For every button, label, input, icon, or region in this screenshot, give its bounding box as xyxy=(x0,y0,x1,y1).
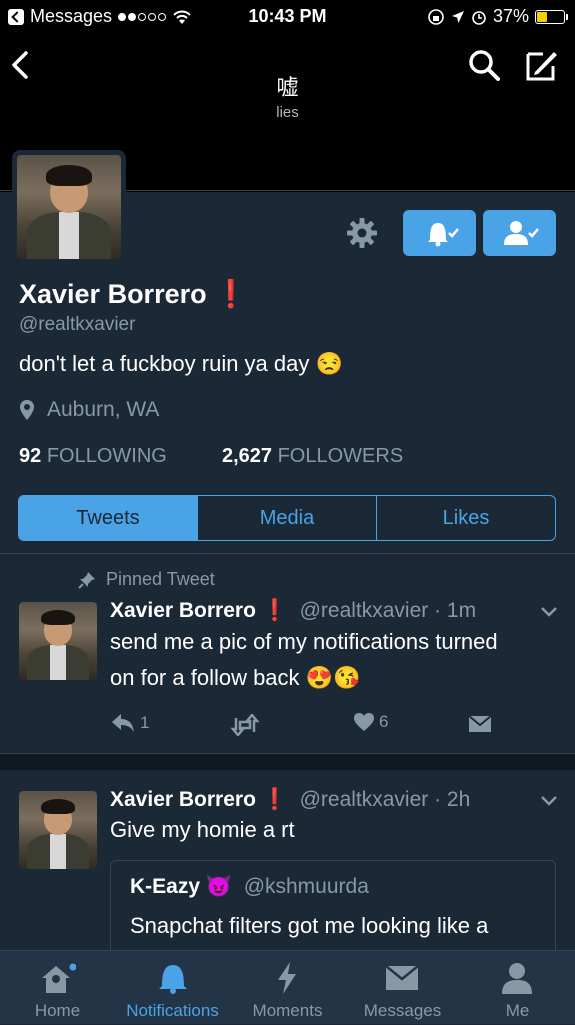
battery-percent: 37% xyxy=(492,6,529,26)
reply-button[interactable]: 1 xyxy=(110,712,149,734)
tweet-text-2: Give my homie a rt xyxy=(110,817,295,842)
tab-home-label: Home xyxy=(34,1001,81,1020)
tab-notifications[interactable]: Notifications xyxy=(115,951,230,1025)
bell-check-icon xyxy=(427,223,459,247)
profile-name-text: Xavier Borrero xyxy=(19,279,207,309)
quoted-tweet-header: K-Eazy 😈 @kshmuurda xyxy=(130,875,369,899)
tab-me[interactable]: Me xyxy=(460,951,575,1025)
tabs-divider xyxy=(0,553,575,554)
tweet-gap xyxy=(0,754,575,770)
tweet-author-badge: ❗ xyxy=(261,599,288,622)
orientation-lock-icon xyxy=(428,8,444,25)
tab-media[interactable]: Media xyxy=(198,496,377,540)
tab-home[interactable]: Home xyxy=(0,951,115,1025)
person-check-icon xyxy=(503,221,539,245)
heart-icon xyxy=(354,713,374,731)
reply-icon xyxy=(112,714,134,732)
quoted-author-name: K-Eazy 😈 xyxy=(130,875,233,898)
settings-gear-icon[interactable] xyxy=(345,216,379,250)
search-icon[interactable] xyxy=(467,48,501,82)
tab-moments[interactable]: Moments xyxy=(230,951,345,1025)
lightning-icon xyxy=(278,962,296,994)
reply-count: 1 xyxy=(140,713,150,732)
tab-likes[interactable]: Likes xyxy=(377,496,555,540)
profile-tabs: Tweets Media Likes xyxy=(18,495,556,541)
pinned-tweet-label: Pinned Tweet xyxy=(78,569,215,590)
tweet-author-name-2[interactable]: Xavier Borrero xyxy=(110,788,256,811)
location-text: Auburn, WA xyxy=(47,398,160,421)
tweet-avatar[interactable] xyxy=(19,602,97,680)
compose-tweet-icon[interactable] xyxy=(525,48,559,82)
profile-location: Auburn, WA xyxy=(19,398,159,422)
tweet-options-chevron-icon[interactable] xyxy=(540,606,558,618)
followers-count: 2,627 xyxy=(221,445,273,467)
location-arrow-icon xyxy=(451,10,464,23)
person-icon xyxy=(502,963,532,994)
profile-bio: don't let a fuckboy ruin ya day 😒 xyxy=(19,351,343,376)
bell-icon xyxy=(159,965,187,994)
direct-message-icon[interactable] xyxy=(468,715,492,733)
bottom-tab-bar: Home Notifications Moments Messages Me xyxy=(0,950,575,1024)
tweet-handle-time: @realtkxavier · 1m xyxy=(299,599,477,622)
tab-messages-label: Messages xyxy=(363,1001,442,1020)
pin-icon xyxy=(78,571,95,589)
tab-messages[interactable]: Messages xyxy=(345,951,460,1025)
following-count: 92 xyxy=(19,445,42,467)
tab-moments-label: Moments xyxy=(252,1001,323,1020)
tweet-handle-time-2: @realtkxavier · 2h xyxy=(299,788,471,811)
tweet-text-line1: send me a pic of my notifications turned xyxy=(110,629,498,654)
tweet-options-chevron-icon-2[interactable] xyxy=(540,795,558,807)
profile-name: Xavier Borrero ❗ xyxy=(19,278,248,310)
tab-me-label: Me xyxy=(505,1001,530,1020)
tweet-header-2: Xavier Borrero ❗ @realtkxavier · 2h xyxy=(110,788,470,812)
quoted-tweet-text: Snapchat filters got me looking like a xyxy=(130,913,489,938)
following-button[interactable] xyxy=(483,210,556,256)
header-subtitle: lies xyxy=(276,104,299,121)
profile-avatar[interactable] xyxy=(12,150,126,264)
like-button[interactable]: 6 xyxy=(353,712,388,732)
notifications-on-button[interactable] xyxy=(403,210,476,256)
profile-stats: 92 FOLLOWING 2,627 FOLLOWERS xyxy=(19,445,403,468)
status-right: 37% xyxy=(427,6,568,27)
alarm-icon xyxy=(472,10,486,25)
tweet-avatar-2[interactable] xyxy=(19,791,97,869)
tab-notifications-label: Notifications xyxy=(126,1001,219,1020)
followers-label: FOLLOWERS xyxy=(277,445,404,467)
status-bar: Messages 10:43 PM 37% xyxy=(0,0,575,34)
envelope-icon xyxy=(385,965,419,990)
tweet-text-line2: on for a follow back 😍😘 xyxy=(110,665,361,690)
profile-handle: @realtkxavier xyxy=(19,314,136,335)
pinned-label-text: Pinned Tweet xyxy=(106,569,215,589)
tweet-author-name[interactable]: Xavier Borrero xyxy=(110,599,256,622)
quoted-author-handle: @kshmuurda xyxy=(243,875,369,898)
like-count: 6 xyxy=(379,712,389,731)
home-icon xyxy=(42,963,76,993)
following-label: FOLLOWING xyxy=(46,445,167,467)
tweet-author-badge-2: ❗ xyxy=(261,788,288,811)
tweet-actions: 1 6 xyxy=(110,712,550,740)
tweet-text: send me a pic of my notifications turned… xyxy=(110,624,498,696)
tweet-divider xyxy=(0,753,575,754)
tab-tweets[interactable]: Tweets xyxy=(19,496,198,540)
tweet-header: Xavier Borrero ❗ @realtkxavier · 1m xyxy=(110,599,476,623)
profile-badge: ❗ xyxy=(214,279,248,309)
battery-icon xyxy=(535,9,568,24)
location-pin-icon xyxy=(20,400,34,420)
followers-stat[interactable]: 2,627 FOLLOWERS xyxy=(222,445,403,467)
following-stat[interactable]: 92 FOLLOWING xyxy=(19,445,167,467)
retweet-icon[interactable] xyxy=(230,714,260,736)
